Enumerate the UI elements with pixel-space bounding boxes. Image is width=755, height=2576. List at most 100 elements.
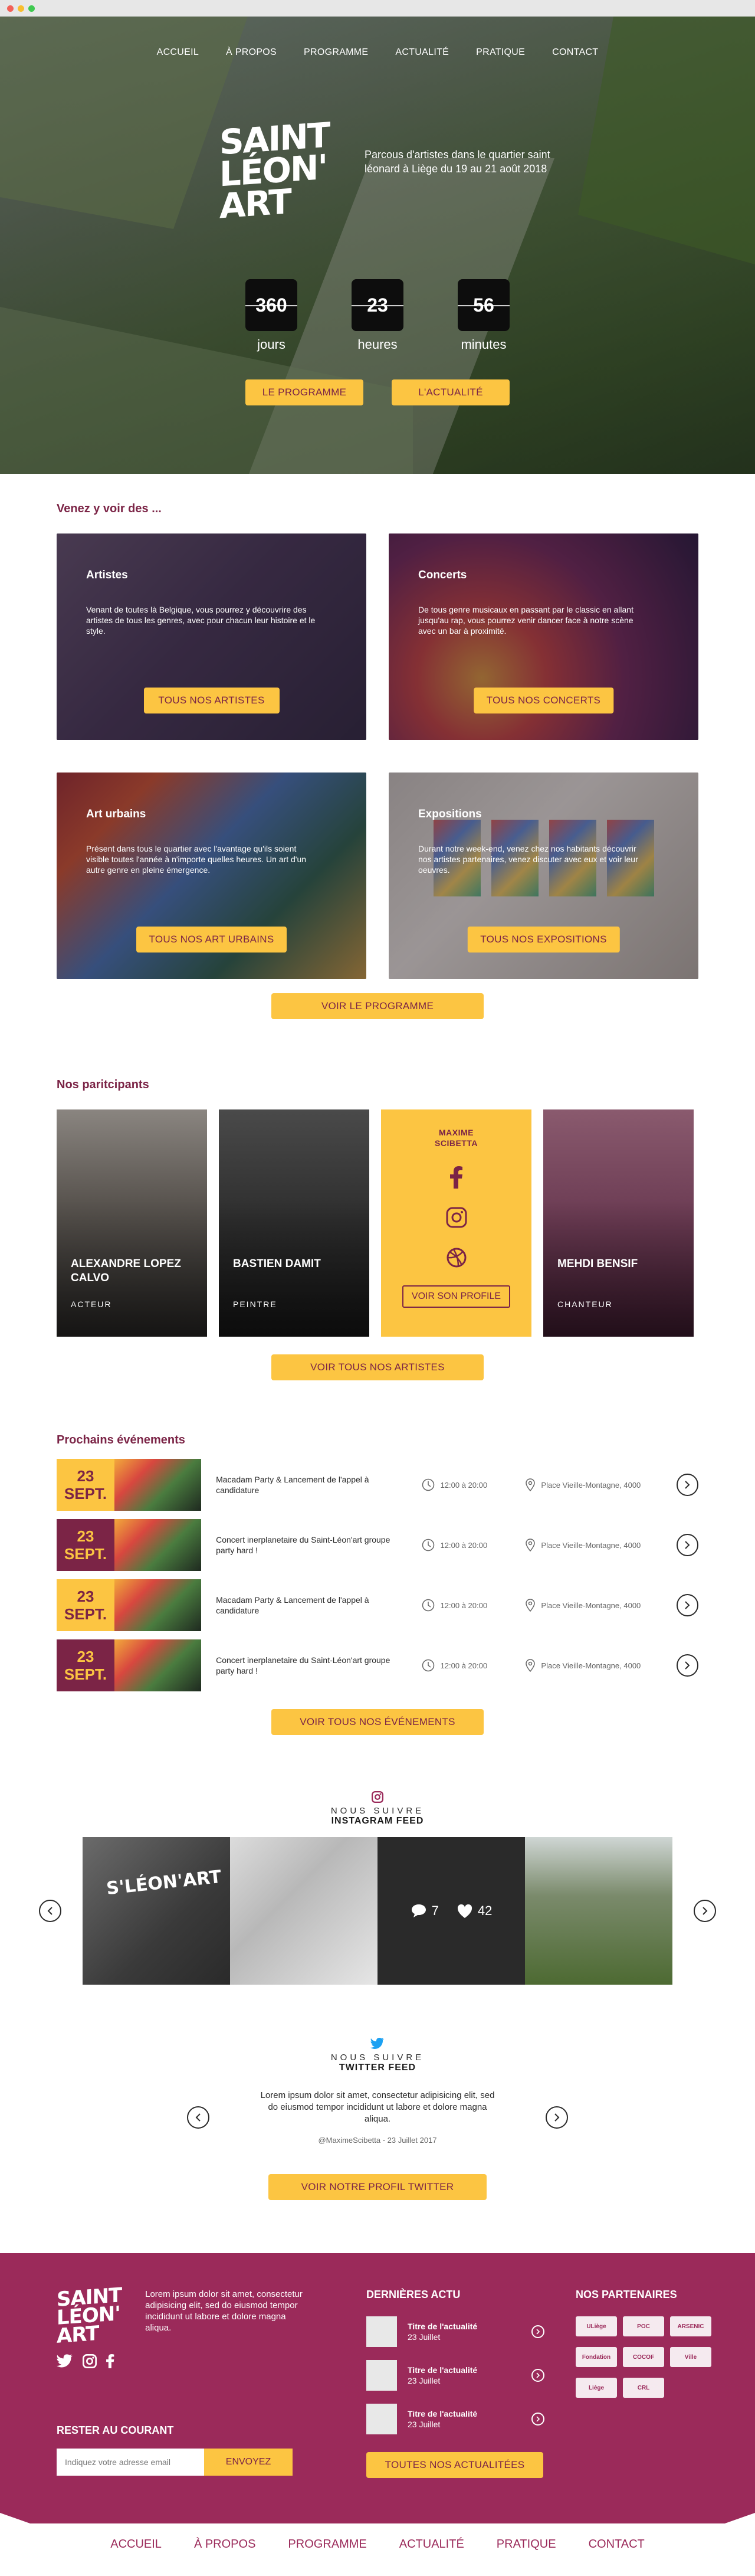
footer-nav-a-propos[interactable]: À PROPOS [194,2538,255,2551]
news-item[interactable]: Titre de l'actualité 23 Juillet [366,2404,576,2434]
partner-logo[interactable]: Liège [576,2378,617,2398]
instagram-icon [372,1791,383,1803]
partner-logo[interactable]: CRL [623,2378,664,2398]
event-title: Macadam Party & Lancement de l'appel à c… [216,1595,369,1615]
comments-count: 7 [411,1903,439,1919]
news-item[interactable]: Titre de l'actualité 23 Juillet [366,2360,576,2391]
all-urban-art-button[interactable]: TOUS NOS ART URBAINS [136,927,287,953]
partner-logo[interactable]: POC [623,2316,664,2336]
instagram-post[interactable]: S'LÉON'ART [83,1837,230,1985]
event-title: Concert inerplanetaire du Saint-Léon'art… [216,1655,390,1675]
card-artistes: Artistes Venant de toutes là Belgique, v… [57,533,366,740]
participants-title: Nos paritcipants [57,1078,149,1091]
instagram-post[interactable] [525,1837,672,1985]
all-expositions-button[interactable]: TOUS NOS EXPOSITIONS [467,927,620,953]
view-profile-button[interactable]: VOIR SON PROFILE [402,1285,511,1308]
event-row[interactable]: 23 SEPT. Macadam Party & Lancement de l'… [57,1459,698,1511]
email-field[interactable] [57,2449,204,2476]
actualite-button[interactable]: L'ACTUALITÉ [392,379,510,405]
partner-logo[interactable]: ULiège [576,2316,617,2336]
minimize-window-dot[interactable] [18,5,24,12]
instagram-icon[interactable] [83,2354,97,2368]
event-row[interactable]: 23 SEPT. Macadam Party & Lancement de l'… [57,1579,698,1631]
events-title: Prochains événements [57,1433,185,1446]
news-date: 23 Juillet [408,2376,441,2385]
footer-nav-contact[interactable]: CONTACT [589,2538,645,2551]
event-row[interactable]: 23 SEPT. Concert inerplanetaire du Saint… [57,1639,698,1691]
maximize-window-dot[interactable] [28,5,35,12]
view-programme-button[interactable]: VOIR LE PROGRAMME [271,993,484,1019]
footer-nav-pratique[interactable]: PRATIQUE [497,2538,556,2551]
twitter-icon[interactable] [57,2354,73,2368]
all-news-button[interactable]: TOUTES NOS ACTUALITÉES [366,2452,543,2478]
nav-contact[interactable]: CONTACT [552,47,598,58]
instagram-post-hover[interactable]: 7 42 [378,1837,525,1985]
chevron-right-icon[interactable] [676,1474,698,1496]
dribbble-icon[interactable] [445,1246,468,1269]
chevron-right-icon[interactable] [531,2413,544,2426]
view-all-events-button[interactable]: VOIR TOUS NOS ÉVÉNEMENTS [271,1709,484,1735]
participant-card[interactable]: MEHDI BENSIF CHANTEUR [543,1109,694,1337]
view-all-artists-button[interactable]: VOIR TOUS NOS ARTISTES [271,1354,484,1380]
follow-label: NOUS SUIVRE [330,2053,425,2063]
nav-programme[interactable]: PROGRAMME [304,47,368,58]
card-expositions: Expositions Durant notre week-end, venez… [389,773,698,979]
facebook-icon[interactable] [106,2354,114,2368]
likes-count: 42 [457,1903,492,1919]
facebook-icon[interactable] [445,1166,468,1189]
location-pin-icon [526,1539,536,1552]
participant-card[interactable]: BASTIEN DAMIT PEINTRE [219,1109,369,1337]
chevron-right-icon[interactable] [676,1594,698,1616]
news-item[interactable]: Titre de l'actualité 23 Juillet [366,2316,576,2347]
nav-accueil[interactable]: ACCUEIL [157,47,199,58]
instagram-icon[interactable] [445,1206,468,1229]
partner-logo[interactable]: Ville [670,2347,711,2367]
clock-icon [422,1599,434,1612]
partner-logo[interactable]: COCOF [623,2347,664,2367]
event-row[interactable]: 23 SEPT. Concert inerplanetaire du Saint… [57,1519,698,1571]
countdown: 360 jours 23 heures 56 minutes [0,279,755,352]
nav-actualite[interactable]: ACTUALITÉ [395,47,449,58]
chevron-right-icon[interactable] [694,1900,716,1922]
footer-nav-actualite[interactable]: ACTUALITÉ [399,2538,464,2551]
footer-logo[interactable]: SAINT LÉON' ART [57,2283,122,2348]
close-window-dot[interactable] [7,5,14,12]
partner-logo[interactable]: ARSENIC [670,2316,711,2336]
participant-card-hover[interactable]: MAXIME SCIBETTA VOIR SON PROFILE [381,1109,531,1337]
chevron-right-icon[interactable] [531,2369,544,2382]
event-title: Macadam Party & Lancement de l'appel à c… [216,1475,369,1495]
clock-icon [422,1659,434,1672]
twitter-profile-button[interactable]: VOIR NOTRE PROFIL TWITTER [268,2174,487,2200]
nav-pratique[interactable]: PRATIQUE [476,47,525,58]
nav-a-propos[interactable]: À PROPOS [226,47,277,58]
event-title: Concert inerplanetaire du Saint-Léon'art… [216,1535,390,1555]
event-month: SEPT. [64,1485,107,1503]
countdown-minutes: 56 minutes [458,279,510,352]
chevron-right-icon[interactable] [676,1654,698,1677]
participant-card[interactable]: ALEXANDRE LOPEZ CALVO ACTEUR [57,1109,207,1337]
event-image [114,1519,202,1571]
all-artists-button[interactable]: TOUS NOS ARTISTES [143,688,280,713]
top-nav: ACCUEIL À PROPOS PROGRAMME ACTUALITÉ PRA… [0,47,755,58]
event-day: 23 [77,1588,94,1605]
chevron-right-icon[interactable] [546,2106,568,2129]
instagram-post[interactable] [230,1837,378,1985]
location-pin-icon [526,1599,536,1612]
footer-nav-accueil[interactable]: ACCUEIL [110,2538,162,2551]
footer-nav-programme[interactable]: PROGRAMME [288,2538,366,2551]
news-thumbnail [366,2316,397,2347]
footer-partners: NOS PARTENAIRES ULiège POC ARSENIC Fonda… [576,2289,711,2478]
participants-grid: ALEXANDRE LOPEZ CALVO ACTEUR BASTIEN DAM… [57,1109,698,1337]
event-place: Place Vieille-Montagne, 4000 [526,1659,664,1672]
chevron-right-icon[interactable] [531,2325,544,2338]
chevron-left-icon[interactable] [187,2106,209,2129]
programme-button[interactable]: LE PROGRAMME [245,379,363,405]
chevron-right-icon[interactable] [676,1534,698,1556]
all-concerts-button[interactable]: TOUS NOS CONCERTS [473,688,614,713]
clock-icon [422,1478,434,1491]
newsletter-submit-button[interactable]: ENVOYEZ [204,2449,293,2476]
chevron-left-icon[interactable] [39,1900,61,1922]
footer-social [57,2354,366,2368]
partner-logo[interactable]: Fondation [576,2347,617,2367]
countdown-minutes-value: 56 [458,279,510,331]
